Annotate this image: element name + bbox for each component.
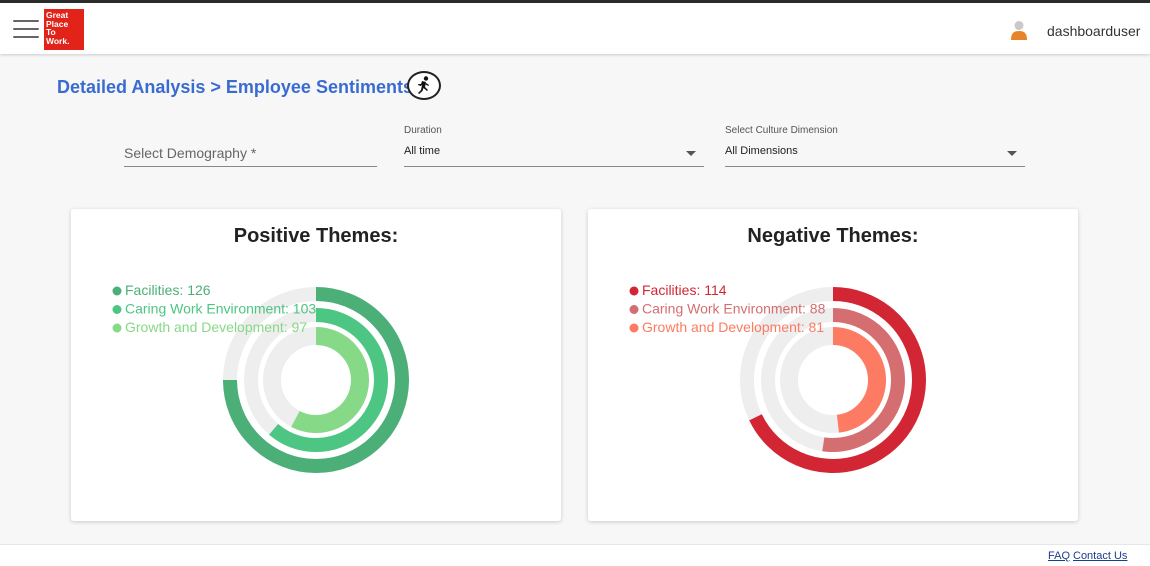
positive-legend-dot-1 [112, 305, 122, 314]
negative-bar-2[interactable] [832, 327, 886, 433]
positive-legend-dot-2 [112, 323, 122, 333]
hamburger-menu-icon[interactable] [13, 20, 39, 40]
positive-legend-dot-0 [112, 286, 122, 296]
demography-placeholder: Select Demography * [124, 145, 257, 161]
culture-dimension-label: Select Culture Dimension [725, 125, 838, 136]
culture-dimension-select[interactable]: Select Culture Dimension All Dimensions [725, 125, 1025, 167]
footer: FAQ Contact Us [0, 544, 1150, 566]
chevron-down-icon[interactable] [1007, 151, 1017, 156]
faq-link[interactable]: FAQ [1048, 550, 1070, 562]
negative-legend-dot-1 [629, 305, 639, 314]
culture-dimension-value: All Dimensions [725, 145, 798, 157]
top-bar: Great Place To Work. dashboarduser [0, 0, 1150, 54]
page-breadcrumb: Detailed Analysis > Employee Sentiments [57, 77, 413, 97]
positive-legend-label-0: Facilities: 126 [125, 282, 211, 298]
positive-legend-label-1: Caring Work Environment: 103 [125, 301, 316, 317]
negative-themes-card: Negative Themes: Facilities: 114 Caring W… [588, 209, 1078, 521]
positive-themes-chart: Facilities: 126 Caring Work Environment: … [112, 282, 409, 473]
running-person-icon[interactable] [407, 71, 441, 100]
chevron-down-icon[interactable] [686, 151, 696, 156]
negative-legend-dot-0 [629, 286, 639, 296]
positive-themes-card: Positive Themes: Facilities: 126 Caring W… [71, 209, 561, 521]
duration-label: Duration [404, 125, 442, 136]
contact-us-link[interactable]: Contact Us [1073, 550, 1127, 562]
duration-select[interactable]: Duration All time [404, 125, 704, 167]
logo-line: Work. [46, 35, 70, 46]
username-label[interactable]: dashboarduser [1047, 23, 1140, 39]
positive-legend-label-2: Growth and Development: 97 [125, 319, 307, 335]
demography-select[interactable]: Select Demography * [124, 130, 377, 167]
negative-legend-label-0: Facilities: 114 [642, 282, 727, 298]
company-logo[interactable]: Great Place To Work. [44, 9, 84, 50]
user-avatar-icon[interactable] [1010, 20, 1028, 40]
duration-value: All time [404, 145, 441, 157]
negative-legend-label-1: Caring Work Environment: 88 [642, 301, 826, 317]
negative-themes-chart: Facilities: 114 Caring Work Environment: … [629, 282, 926, 473]
negative-legend-label-2: Growth and Development: 81 [642, 319, 824, 335]
positive-bar-2[interactable] [291, 327, 369, 433]
negative-legend-dot-2 [629, 323, 639, 333]
